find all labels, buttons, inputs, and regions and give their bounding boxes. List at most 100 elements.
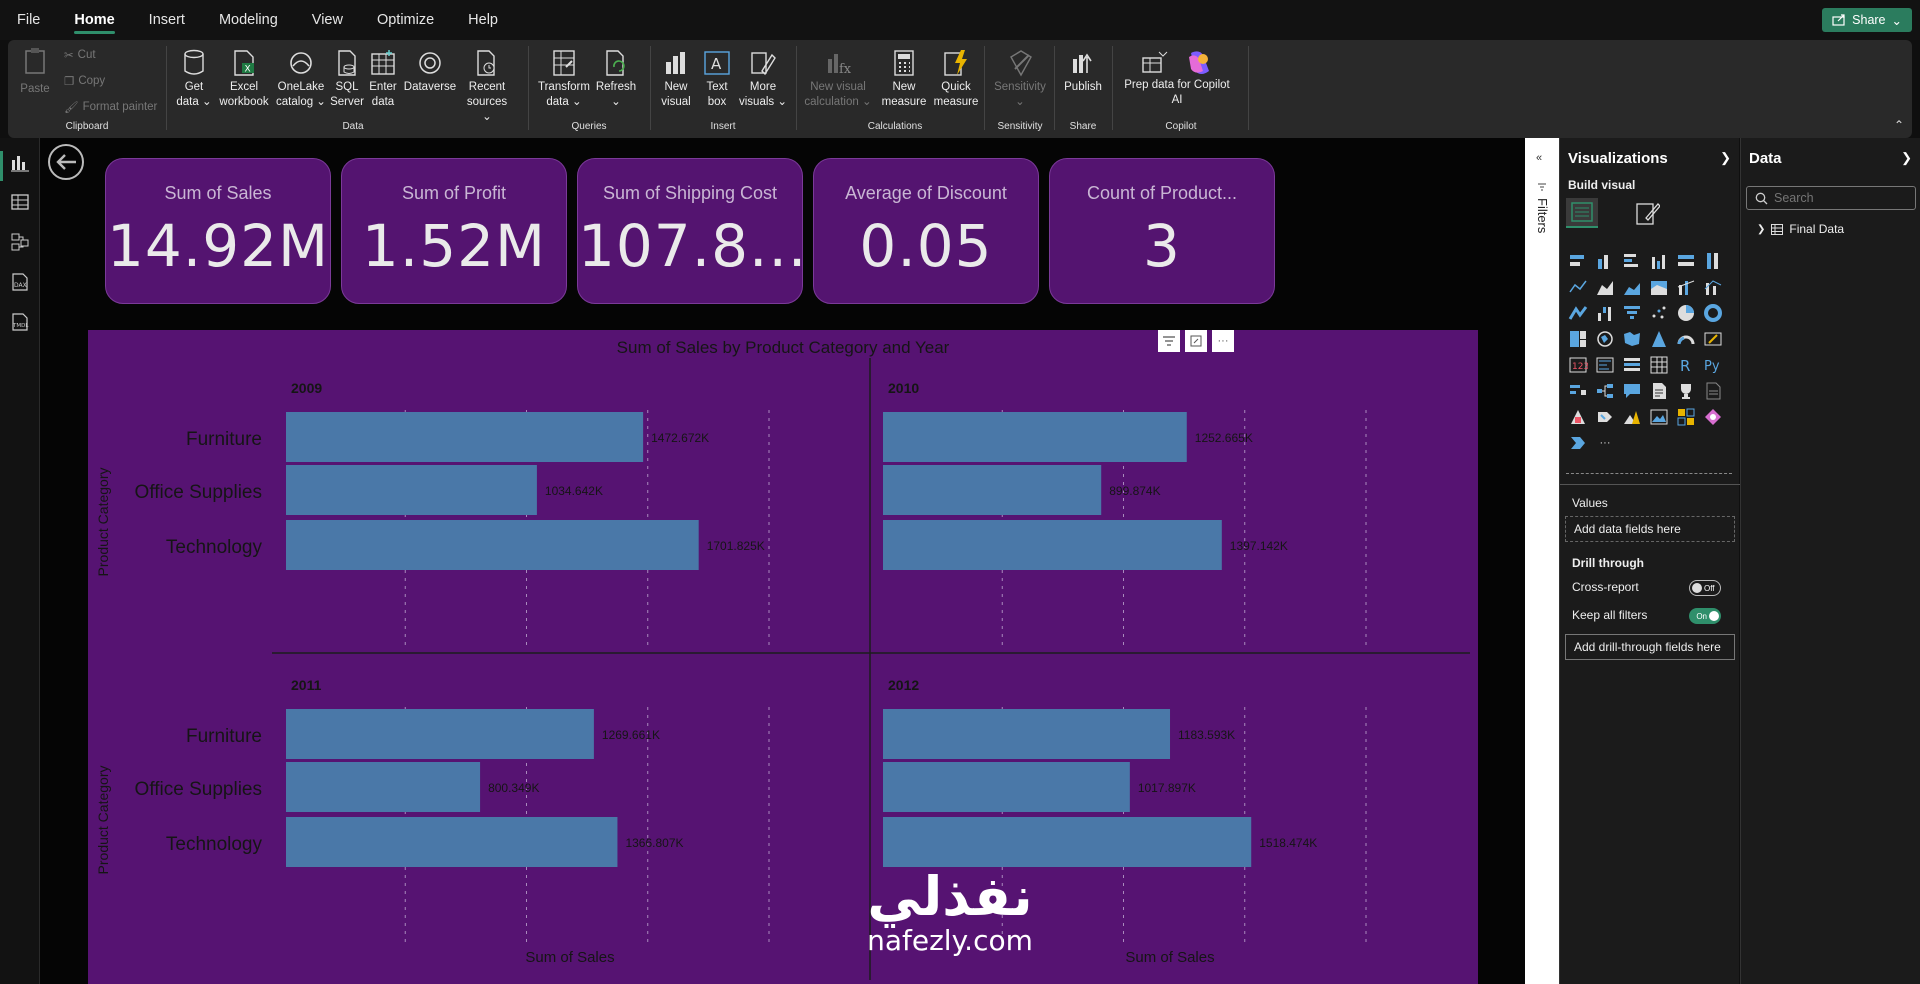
scatter-icon[interactable] — [1649, 303, 1669, 323]
waterfall-icon[interactable] — [1595, 303, 1615, 323]
copilot-icon[interactable] — [1568, 433, 1588, 453]
stacked-column-icon[interactable] — [1595, 251, 1615, 271]
funnel-icon[interactable] — [1622, 303, 1642, 323]
report-view-icon[interactable] — [10, 152, 30, 172]
100-stacked-column-icon[interactable] — [1703, 251, 1723, 271]
kpi-card-shipping-cost[interactable]: Sum of Shipping Cost 107.8... — [577, 158, 806, 304]
share-button[interactable]: Share ⌄ — [1822, 8, 1912, 32]
menu-optimize[interactable]: Optimize — [360, 0, 451, 40]
donut-icon[interactable] — [1703, 303, 1723, 323]
menu-file[interactable]: File — [0, 0, 57, 40]
line-icon[interactable] — [1568, 277, 1588, 297]
card-icon[interactable] — [1703, 329, 1723, 349]
multi-row-card-icon[interactable]: 123 — [1568, 355, 1588, 375]
stacked-bar-icon[interactable] — [1568, 251, 1588, 271]
new-visual-calculation-button[interactable]: fx New visual calculation ⌄ — [802, 48, 874, 110]
power-apps-icon[interactable] — [1568, 407, 1588, 427]
model-view-icon[interactable] — [10, 232, 30, 252]
more-visuals-button[interactable]: More visuals ⌄ — [738, 48, 788, 110]
diamond-icon[interactable] — [1703, 407, 1723, 427]
expand-filters-icon[interactable]: « — [1536, 152, 1542, 164]
kpi-icon[interactable] — [1595, 355, 1615, 375]
data-table-item[interactable]: ❯ Final Data — [1757, 222, 1844, 236]
table-view-icon[interactable] — [10, 192, 30, 212]
area-icon[interactable] — [1595, 277, 1615, 297]
collapse-pane-icon[interactable]: ❯ — [1720, 150, 1731, 166]
arcgis-icon[interactable] — [1622, 407, 1642, 427]
dataverse-button[interactable]: Dataverse — [402, 48, 458, 95]
cut-button[interactable]: ✂ Cut — [64, 48, 96, 62]
pie-icon[interactable] — [1676, 303, 1696, 323]
menu-view[interactable]: View — [295, 0, 360, 40]
prep-data-copilot-button[interactable]: Prep data for Copilot AI — [1116, 48, 1238, 108]
table-icon[interactable] — [1649, 355, 1669, 375]
narrative-icon[interactable] — [1649, 381, 1669, 401]
format-visual-icon[interactable] — [1636, 200, 1661, 231]
refresh-button[interactable]: Refresh ⌄ — [594, 48, 638, 110]
paginated-icon[interactable] — [1703, 381, 1723, 401]
sql-server-button[interactable]: SQL Server — [330, 48, 364, 110]
enter-data-button[interactable]: Enter data — [366, 48, 400, 110]
key-influencers-icon[interactable] — [1568, 381, 1588, 401]
kpi-card-count-of-product[interactable]: Count of Product... 3 — [1049, 158, 1275, 304]
azure-map-icon[interactable] — [1649, 329, 1669, 349]
ribbon-icon[interactable] — [1568, 303, 1588, 323]
kpi-card-average-discount[interactable]: Average of Discount 0.05 — [813, 158, 1039, 304]
format-painter-button[interactable]: 🖌 Format painter — [64, 100, 157, 114]
trophy-icon[interactable] — [1676, 381, 1696, 401]
line-column-icon[interactable] — [1676, 277, 1696, 297]
back-arrow-icon[interactable] — [48, 144, 84, 180]
menu-insert[interactable]: Insert — [132, 0, 202, 40]
publish-button[interactable]: Publish — [1060, 48, 1106, 95]
kpi-card-sum-of-sales[interactable]: Sum of Sales 14.92M — [105, 158, 331, 304]
qa-icon[interactable] — [1622, 381, 1642, 401]
collapse-data-pane-icon[interactable]: ❯ — [1901, 150, 1912, 166]
sensitivity-button[interactable]: Sensitivity ⌄ — [988, 48, 1052, 110]
map-icon[interactable] — [1595, 329, 1615, 349]
data-search-input[interactable] — [1774, 191, 1904, 205]
clustered-column-icon[interactable] — [1649, 251, 1669, 271]
filled-map-icon[interactable] — [1622, 329, 1642, 349]
filter-icon[interactable] — [1158, 330, 1180, 352]
transform-data-button[interactable]: Transform data ⌄ — [536, 48, 592, 110]
recent-sources-button[interactable]: Recent sources ⌄ — [462, 48, 512, 125]
data-search-box[interactable] — [1746, 186, 1916, 210]
quick-measure-button[interactable]: Quick measure — [930, 48, 982, 110]
power-automate-icon[interactable] — [1595, 407, 1615, 427]
stacked-area-icon[interactable] — [1622, 277, 1642, 297]
menu-modeling[interactable]: Modeling — [202, 0, 295, 40]
image-icon[interactable] — [1649, 407, 1669, 427]
values-drop-zone[interactable]: Add data fields here — [1565, 516, 1735, 542]
more-icon[interactable]: ··· — [1595, 433, 1615, 453]
python-visual-icon[interactable]: Py — [1703, 355, 1723, 375]
onelake-catalog-button[interactable]: OneLake catalog ⌄ — [276, 48, 326, 110]
kpi-card-sum-of-profit[interactable]: Sum of Profit 1.52M — [341, 158, 567, 304]
line-clustered-column-icon[interactable] — [1703, 277, 1723, 297]
r-visual-icon[interactable]: R — [1676, 355, 1696, 375]
clustered-bar-icon[interactable] — [1622, 251, 1642, 271]
copy-button[interactable]: ❐ Copy — [64, 74, 105, 88]
treemap-icon[interactable] — [1568, 329, 1588, 349]
menu-help[interactable]: Help — [451, 0, 515, 40]
decomposition-tree-icon[interactable] — [1595, 381, 1615, 401]
collapse-ribbon-icon[interactable]: ⌃ — [1894, 118, 1904, 132]
more-options-icon[interactable]: ··· — [1212, 330, 1234, 352]
keep-all-filters-toggle[interactable]: On — [1689, 608, 1721, 624]
filters-pane-collapsed[interactable]: « Filters — [1525, 138, 1559, 984]
paste-button[interactable]: Paste — [18, 46, 52, 97]
drill-through-drop-zone[interactable]: Add drill-through fields here — [1565, 634, 1735, 660]
bar-chart-visual[interactable]: Sum of Sales by Product Category and Yea… — [88, 330, 1478, 984]
dax-query-view-icon[interactable]: DAX — [10, 272, 30, 292]
new-visual-button[interactable]: New visual — [656, 48, 696, 110]
cross-report-toggle[interactable]: Off — [1689, 580, 1721, 596]
build-visual-tab[interactable] — [1566, 198, 1598, 228]
100-stacked-area-icon[interactable] — [1649, 277, 1669, 297]
focus-mode-icon[interactable] — [1185, 330, 1207, 352]
tmdl-view-icon[interactable]: TMDL — [10, 312, 30, 332]
matrix-icon[interactable] — [1676, 407, 1696, 427]
menu-home[interactable]: Home — [57, 0, 131, 40]
gauge-icon[interactable] — [1676, 329, 1696, 349]
new-measure-button[interactable]: New measure — [878, 48, 930, 110]
get-data-button[interactable]: Get data ⌄ — [174, 48, 214, 110]
excel-workbook-button[interactable]: X Excel workbook — [216, 48, 272, 110]
